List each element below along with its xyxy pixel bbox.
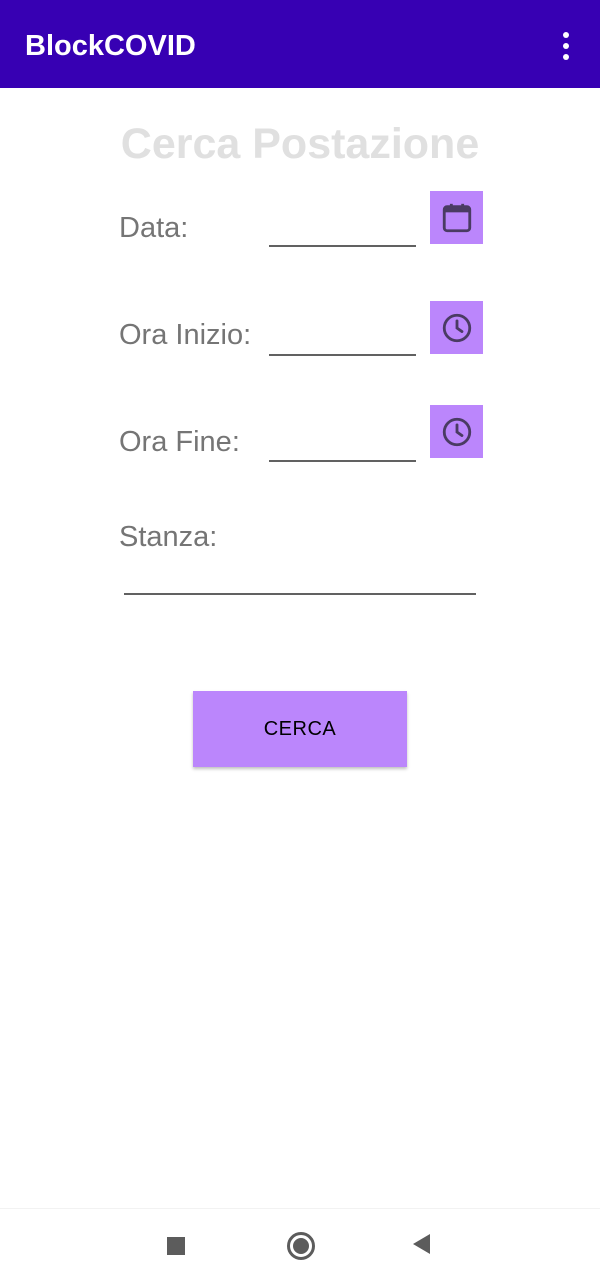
stanza-field[interactable] [124,553,476,595]
data-field[interactable] [269,205,416,247]
clock-icon [442,313,471,342]
clock-icon [442,417,471,446]
data-label: Data: [119,212,189,244]
ora-fine-label: Ora Fine: [119,426,240,458]
stanza-label: Stanza: [119,521,218,553]
ora-inizio-field[interactable] [269,314,416,356]
start-time-picker-button[interactable] [430,301,483,354]
circle-icon[interactable] [287,1232,315,1260]
ora-inizio-label: Ora Inizio: [119,319,252,351]
app-title: BlockCOVID [25,30,196,62]
page-title: Cerca Postazione [120,120,480,168]
calendar-icon [442,203,471,232]
end-time-picker-button[interactable] [430,405,483,458]
triangle-back-icon[interactable] [413,1234,430,1254]
more-vert-icon[interactable] [548,26,584,66]
cerca-button[interactable]: CERCA [193,691,407,767]
app-bar: BlockCOVID [0,0,600,88]
system-nav-bar [0,1208,600,1281]
square-icon[interactable] [167,1237,185,1255]
ora-fine-field[interactable] [269,420,416,462]
date-picker-button[interactable] [430,191,483,244]
